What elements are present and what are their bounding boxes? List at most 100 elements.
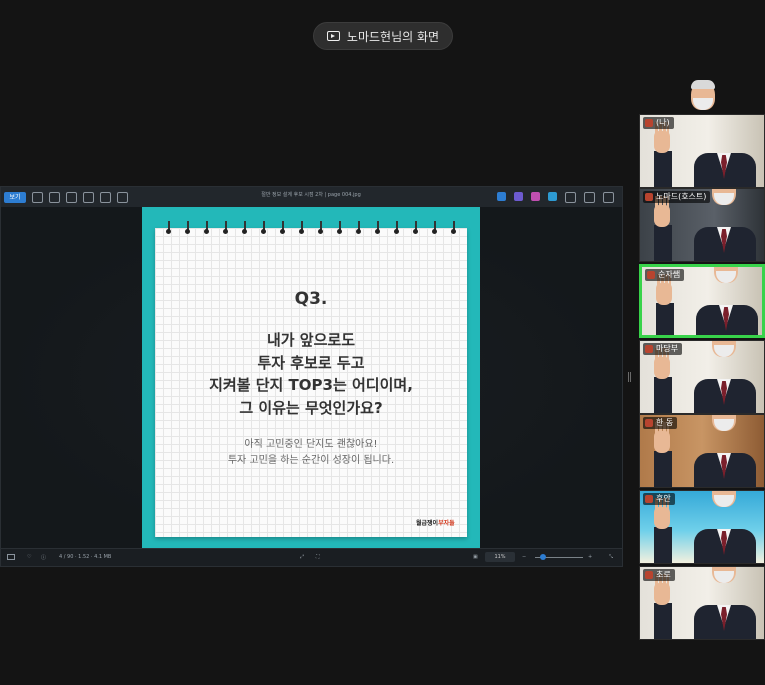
avatar [645, 495, 653, 503]
maximize-icon[interactable] [584, 192, 595, 203]
participant-name: 한 동 [643, 417, 678, 429]
ring-icon [413, 221, 418, 235]
participant-name-text: 순자쌤 [658, 270, 681, 279]
info-icon[interactable]: ⓘ [41, 554, 46, 561]
screen-share-indicator[interactable]: 노마드현님의 화면 [313, 22, 453, 50]
rotate-icon[interactable] [49, 191, 60, 203]
participant-video [654, 341, 764, 413]
participant-name: 마당부 [643, 343, 683, 355]
ring-icon [337, 221, 342, 235]
participant-video [656, 267, 762, 335]
participant-tile[interactable]: 마당부 [639, 340, 765, 414]
ring-icon [299, 221, 304, 235]
ring-icon [242, 221, 247, 235]
ring-icon [375, 221, 380, 235]
participant-tile[interactable]: 초로 [639, 566, 765, 640]
ring-icon [318, 221, 323, 235]
avatar [645, 119, 653, 127]
participant-video [654, 491, 764, 563]
waving-hand [654, 498, 670, 529]
participant-tile[interactable]: 한 동 [639, 414, 765, 488]
edit-icon[interactable] [497, 192, 506, 201]
window-title: 절반 정보 설계 후보 시점 2차 | page 004.jpg [261, 192, 361, 198]
image-viewer-titlebar: 보기 절반 정보 설계 후보 시점 2차 | page 004.jpg [1, 187, 622, 207]
more-icon[interactable] [117, 191, 128, 203]
brand-logo-dark: 월급쟁이 [416, 520, 439, 527]
view-tab[interactable]: 보기 [4, 191, 26, 203]
participant-tile[interactable]: 노마드(호스트) [639, 188, 765, 262]
participant-video [654, 415, 764, 487]
filmstrip-icon[interactable] [7, 554, 15, 560]
question-subtext: 아직 고민중인 단지도 괜찮아요! 투자 고민을 하는 순간이 성장이 됩니다. [155, 437, 467, 469]
zoom-out-icon[interactable]: − [522, 554, 526, 560]
image-info: 4 / 90 · 1.52 · 4.1 MB [59, 554, 112, 560]
zoom-level[interactable]: 11% [485, 552, 515, 562]
zoom-in-icon[interactable]: + [588, 554, 592, 560]
crop-icon[interactable] [66, 191, 77, 203]
sleeve [654, 225, 672, 261]
ring-icon [356, 221, 361, 235]
viewer-statusbar: ♡ ⓘ 4 / 90 · 1.52 · 4.1 MB ⤢ ⛶ ▣ 11% − +… [1, 548, 622, 566]
participant-name-text: 후안 [656, 494, 671, 503]
waving-hand [654, 122, 670, 153]
participant-name: 노마드(호스트) [643, 191, 711, 203]
aspect-icon[interactable]: ▣ [473, 554, 478, 560]
print-icon[interactable] [83, 191, 94, 203]
participant-name-text: 마당부 [656, 344, 679, 353]
brand-logo-red: 부자들 [438, 520, 455, 527]
ring-icon [451, 221, 456, 235]
sleeve [654, 377, 672, 413]
zoom-icon[interactable] [32, 191, 43, 203]
subtext-line: 아직 고민중인 단지도 괜찮아요! [244, 439, 378, 450]
zoom-slider-handle[interactable] [540, 554, 546, 560]
question-line: 그 이유는 무엇인가요? [239, 398, 383, 417]
question-text: 내가 앞으로도 투자 후보로 두고 지켜볼 단지 TOP3는 어디이며, 그 이… [155, 329, 467, 419]
waving-hand [654, 348, 670, 379]
avatar [647, 271, 655, 279]
sleeve [656, 303, 674, 335]
fit-icon[interactable]: ⤢ [300, 554, 304, 560]
brand-logo: 월급쟁이부자들 [416, 518, 455, 527]
spiral-binding [166, 221, 456, 235]
panel-resize-handle[interactable] [628, 372, 631, 382]
ring-icon [261, 221, 266, 235]
participant-name-text: 노마드(호스트) [656, 192, 707, 201]
participant-name-text: 한 동 [656, 418, 674, 427]
waving-hand [654, 196, 670, 227]
participant-tile[interactable]: 후안 [639, 490, 765, 564]
heart-icon[interactable]: ♡ [27, 554, 31, 560]
close-icon[interactable] [603, 192, 614, 203]
minimize-icon[interactable] [565, 192, 576, 203]
hair [691, 80, 715, 89]
ring-icon [185, 221, 190, 235]
ring-icon [223, 221, 228, 235]
participant-name-text: (나) [656, 118, 670, 127]
sleeve [654, 151, 672, 187]
question-line: 내가 앞으로도 [266, 331, 356, 349]
waving-hand [654, 574, 670, 605]
expand-icon[interactable]: ⤡ [609, 554, 613, 560]
participant-tile-speaking[interactable]: 순자쌤 [639, 264, 765, 338]
fullscreen-icon[interactable]: ⛶ [316, 554, 320, 560]
avatar [645, 345, 653, 353]
participant-name-text: 초로 [656, 570, 671, 579]
waving-hand [656, 274, 672, 305]
ring-icon [394, 221, 399, 235]
screen-share-label: 노마드현님의 화면 [346, 29, 440, 44]
participant-name: 초로 [643, 569, 675, 581]
draw-icon[interactable] [514, 192, 523, 201]
cloud-icon[interactable] [548, 192, 557, 201]
screen-share-icon [326, 31, 340, 41]
effects-icon[interactable] [531, 192, 540, 201]
participant-head-overflow [671, 80, 731, 116]
participant-video [654, 189, 764, 261]
avatar [645, 419, 653, 427]
sleeve [654, 527, 672, 563]
question-line: 투자 후보로 두고 [257, 353, 365, 372]
participant-name: 순자쌤 [645, 269, 685, 281]
shared-screen: 보기 절반 정보 설계 후보 시점 2차 | page 004.jpg Q3. … [0, 186, 623, 567]
sleeve [654, 603, 672, 639]
share-icon[interactable] [100, 191, 111, 203]
participant-tile[interactable]: (나) [639, 114, 765, 188]
ring-icon [280, 221, 285, 235]
